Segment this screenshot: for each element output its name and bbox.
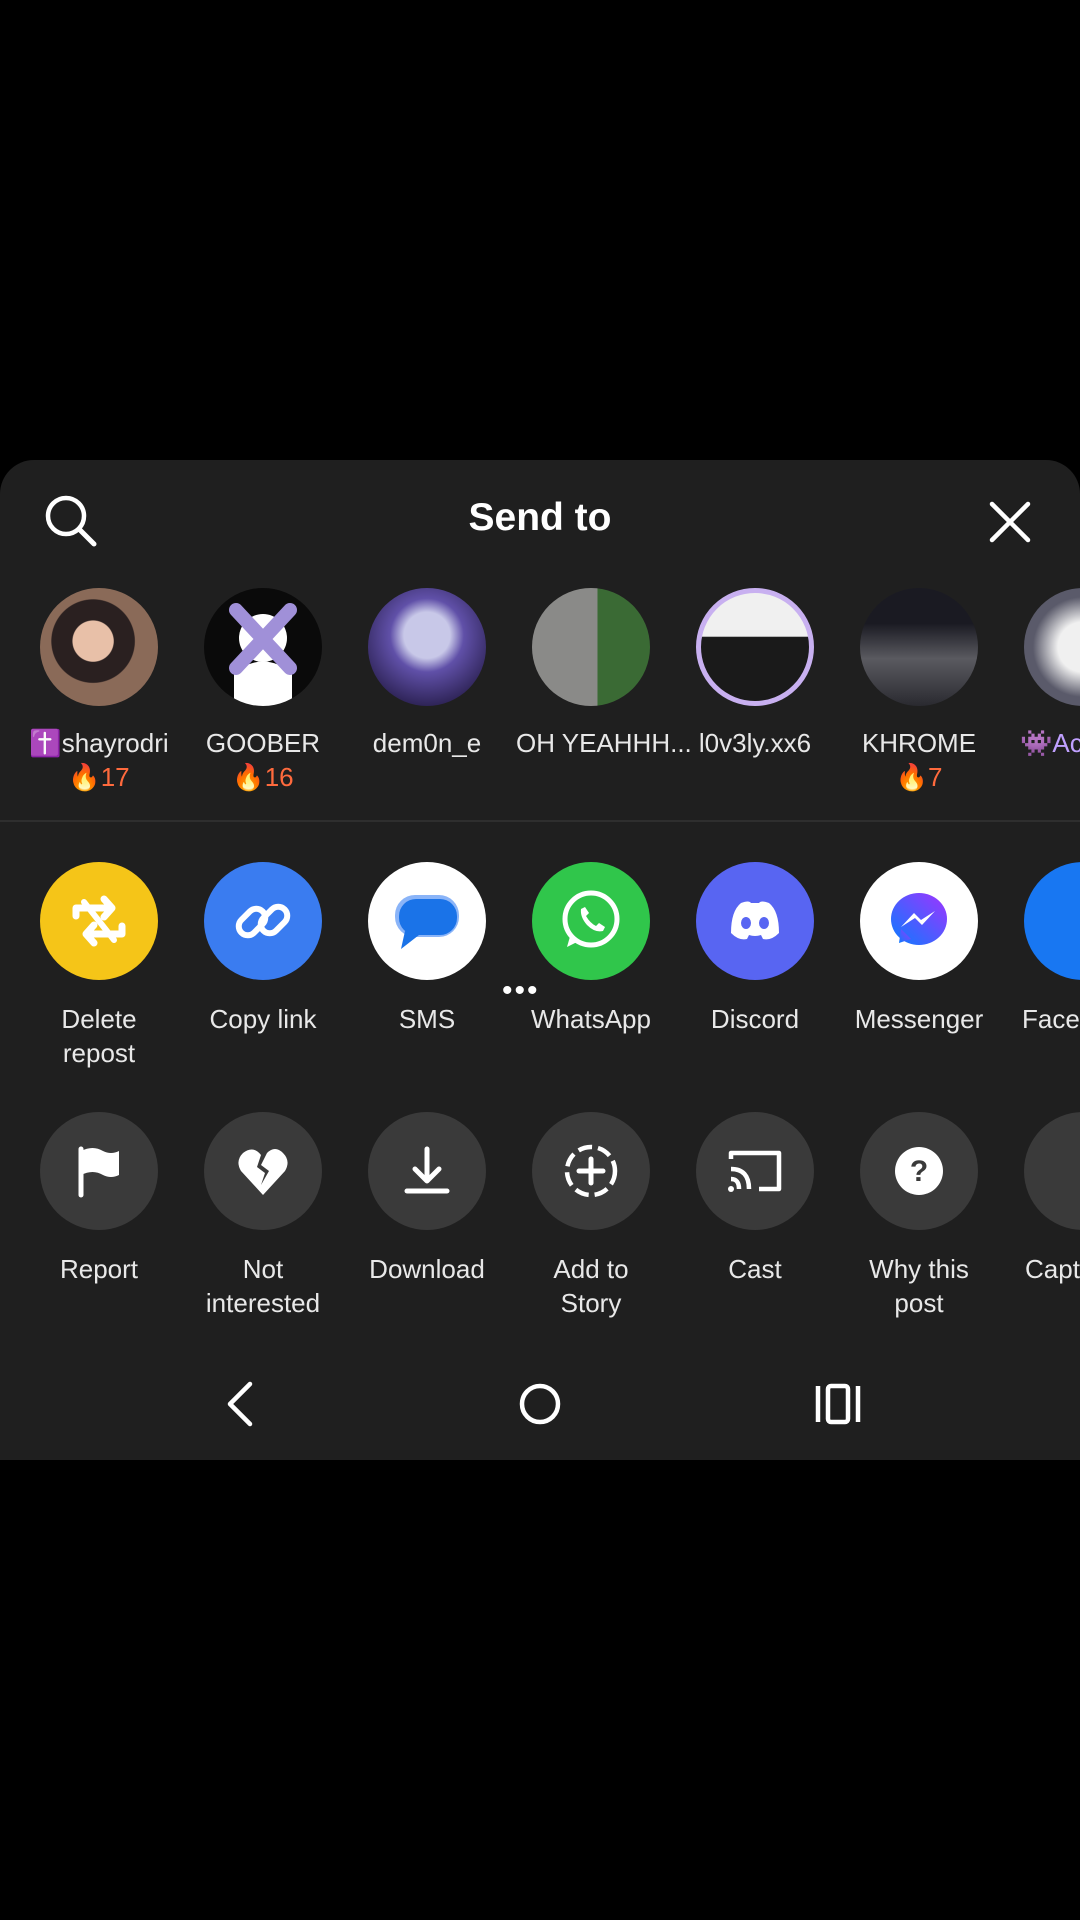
discord-button[interactable]: Discord [673, 862, 837, 1036]
svg-text:?: ? [910, 1155, 928, 1188]
contact-item[interactable]: l0v3ly.xx6 [680, 588, 830, 760]
system-nav-bar [0, 1350, 1080, 1460]
repost-icon [40, 862, 158, 980]
report-button[interactable]: Report [17, 1112, 181, 1286]
contact-item[interactable]: OH YEAHHH... [516, 588, 692, 760]
cast-icon [696, 1112, 814, 1230]
close-icon[interactable] [984, 496, 1036, 548]
contact-name: GOOBER [205, 728, 321, 758]
divider [0, 820, 1080, 822]
app-label: Discord [710, 1004, 800, 1034]
contact-name: OH YEAHHH... [516, 728, 692, 758]
action-label: Not interested [205, 1254, 321, 1318]
contacts-row: ✝️shayrodri 🔥17 GOOBER 🔥16 dem0n_e OH YE… [0, 588, 1080, 798]
not-interested-button[interactable]: Not interested [181, 1112, 345, 1320]
flag-icon [40, 1112, 158, 1230]
contact-item[interactable]: KHROME 🔥7 [844, 588, 994, 794]
facebook-button[interactable]: f Face [1001, 862, 1080, 1036]
avatar [368, 588, 486, 706]
why-this-post-button[interactable]: ? Why this post [837, 1112, 1001, 1320]
home-icon[interactable] [510, 1374, 570, 1434]
action-label: Report [59, 1254, 139, 1284]
contact-item[interactable]: 👾Ac [1008, 588, 1080, 760]
avatar [860, 588, 978, 706]
add-story-icon [532, 1112, 650, 1230]
caption-icon: A [1024, 1112, 1080, 1230]
sheet-title: Send to [468, 496, 612, 539]
link-icon [204, 862, 322, 980]
avatar [1024, 588, 1080, 706]
contact-name: KHROME [861, 728, 977, 758]
streak-badge: 🔥17 [68, 762, 130, 792]
share-sheet: Send to ✝️shayrodri 🔥17 GOOBER 🔥16 dem0n… [0, 460, 1080, 1460]
copy-link-button[interactable]: Copy link [181, 862, 345, 1036]
sms-icon [368, 862, 486, 980]
back-icon[interactable] [212, 1374, 272, 1434]
action-label: Capt [1025, 1254, 1080, 1284]
app-label: Messenger [854, 1004, 984, 1034]
download-icon [368, 1112, 486, 1230]
download-button[interactable]: Download [345, 1112, 509, 1286]
contact-name: ✝️shayrodri [29, 728, 169, 758]
whatsapp-icon [532, 862, 650, 980]
discord-icon [696, 862, 814, 980]
messenger-icon [860, 862, 978, 980]
messenger-button[interactable]: Messenger [837, 862, 1001, 1036]
app-label: Delete repost [61, 1004, 137, 1068]
avatar [696, 588, 814, 706]
avatar [204, 588, 322, 706]
contact-name: dem0n_e [372, 728, 482, 758]
contact-item[interactable]: ✝️shayrodri 🔥17 [24, 588, 174, 794]
app-label: Face [1022, 1004, 1080, 1034]
actions-row: Report Not interested Download Add to St… [0, 1112, 1080, 1332]
delete-repost-button[interactable]: Delete repost [17, 862, 181, 1070]
contact-item[interactable]: GOOBER 🔥16 [188, 588, 338, 794]
broken-heart-icon [204, 1112, 322, 1230]
captions-button[interactable]: A Capt [1001, 1112, 1080, 1286]
sheet-header: Send to [0, 460, 1080, 580]
question-icon: ? [860, 1112, 978, 1230]
more-dots[interactable]: ••• [502, 974, 540, 1008]
action-label: Download [369, 1254, 485, 1284]
action-label: Why this post [869, 1254, 969, 1318]
cast-button[interactable]: Cast [673, 1112, 837, 1286]
action-label: Add to Story [553, 1254, 629, 1318]
avatar [532, 588, 650, 706]
action-label: Cast [728, 1254, 782, 1284]
streak-badge: 🔥7 [895, 762, 943, 792]
streak-badge: 🔥16 [232, 762, 294, 792]
contact-name: l0v3ly.xx6 [698, 728, 812, 758]
add-to-story-button[interactable]: Add to Story [509, 1112, 673, 1320]
facebook-icon: f [1024, 862, 1080, 980]
whatsapp-button[interactable]: WhatsApp [509, 862, 673, 1036]
avatar [40, 588, 158, 706]
contact-item[interactable]: dem0n_e [352, 588, 502, 760]
share-apps-row: Delete repost Copy link SMS WhatsApp Dis… [0, 862, 1080, 1072]
recents-icon[interactable] [808, 1374, 868, 1434]
contact-name: 👾Ac [1020, 728, 1080, 758]
app-label: Copy link [209, 1004, 317, 1034]
sms-button[interactable]: SMS [345, 862, 509, 1036]
app-label: SMS [398, 1004, 456, 1034]
